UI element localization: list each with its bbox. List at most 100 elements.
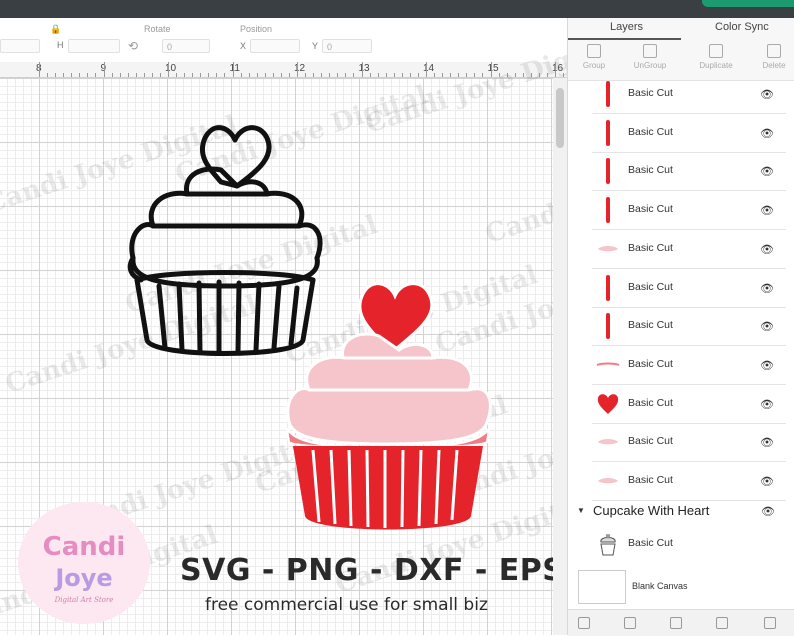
eye-icon[interactable]: 👁 [760, 475, 774, 488]
ruler-tick [458, 73, 459, 77]
group-child-layer[interactable]: Basic Cut [592, 525, 786, 563]
layer-label: Basic Cut [628, 537, 673, 549]
eye-icon[interactable]: 👁 [760, 359, 774, 372]
attach-icon[interactable] [670, 617, 682, 629]
layer-row[interactable]: Basic Cut 👁 [592, 462, 786, 501]
ruler-tick [506, 73, 508, 77]
slice-icon[interactable] [578, 617, 590, 629]
duplicate-label: Duplicate [699, 61, 733, 70]
make-it-button[interactable] [702, 0, 794, 7]
panel-footer [568, 609, 794, 636]
delete-button[interactable]: Delete [748, 44, 794, 70]
delete-label: Delete [762, 61, 786, 70]
ruler-tick [369, 73, 371, 77]
layer-label: Basic Cut [628, 87, 673, 99]
ruler-tick [192, 73, 193, 77]
trash-icon [767, 44, 781, 58]
rotate-field[interactable]: 0 [162, 39, 210, 53]
eye-icon[interactable]: 👁 [760, 127, 774, 140]
panel-tabs: Layers Color Sync [568, 18, 794, 41]
layer-row[interactable]: Basic Cut 👁 [592, 75, 786, 114]
rotate-label: Rotate [144, 24, 171, 34]
eye-icon[interactable]: 👁 [760, 165, 774, 178]
ruler-tick [232, 62, 234, 77]
layer-thumbnail-icon [606, 81, 610, 107]
layer-label: Basic Cut [628, 319, 673, 332]
position-label: Position [240, 24, 273, 34]
height-label: H [57, 40, 64, 50]
layer-thumbnail-icon [597, 393, 619, 414]
layer-row[interactable]: Basic Cut 👁 [592, 230, 786, 269]
group-icon [587, 44, 601, 58]
ungroup-icon [643, 44, 657, 58]
layer-label: Basic Cut [628, 357, 673, 370]
ruler-tick [498, 73, 500, 77]
layer-row[interactable]: Basic Cut 👁 [592, 423, 786, 463]
collapse-caret-icon[interactable]: ▼ [577, 506, 585, 515]
layer-row[interactable]: Basic Cut 👁 [592, 385, 786, 424]
eye-icon[interactable]: 👁 [761, 505, 775, 518]
ruler-tick [280, 73, 282, 77]
ruler-tick [184, 73, 185, 77]
canvas-scrollbar[interactable] [553, 78, 567, 635]
layer-label: Basic Cut [628, 435, 673, 448]
ruler-number: 15 [487, 63, 499, 74]
combine-icon[interactable] [624, 617, 636, 629]
contour-icon[interactable] [764, 617, 776, 629]
ruler-tick [39, 62, 40, 77]
layer-row[interactable]: Basic Cut 👁 [592, 114, 786, 153]
ruler-number: 16 [552, 63, 564, 74]
ruler-tick [240, 73, 242, 77]
layer-thumbnail-icon [606, 274, 610, 301]
ruler-tick [79, 73, 80, 77]
eye-icon[interactable]: 👁 [760, 243, 774, 256]
eye-icon[interactable]: 👁 [760, 436, 774, 449]
ungroup-button[interactable]: UnGroup [624, 44, 676, 70]
tab-color-sync[interactable]: Color Sync [715, 21, 769, 33]
lock-icon[interactable]: 🔒 [50, 24, 61, 35]
logo-line3: Digital Art Store [54, 596, 114, 604]
ruler-tick [361, 62, 363, 77]
ruler-tick [409, 73, 411, 77]
group-button[interactable]: Group [568, 44, 620, 70]
scrollbar-thumb[interactable] [556, 88, 564, 148]
eye-icon[interactable]: 👁 [760, 88, 774, 101]
layer-thumbnail-icon [596, 362, 620, 366]
rotate-icon: ⟲ [128, 39, 139, 53]
eye-icon[interactable]: 👁 [760, 320, 774, 333]
x-position-field[interactable] [250, 39, 300, 53]
ruler-tick [353, 73, 354, 77]
height-field[interactable] [68, 39, 120, 53]
layer-row[interactable]: Basic Cut 👁 [592, 346, 786, 385]
ruler-tick [55, 73, 56, 77]
flatten-icon[interactable] [716, 617, 728, 629]
ruler-tick [248, 73, 250, 77]
ruler-tick [159, 73, 161, 77]
eye-icon[interactable]: 👁 [760, 282, 774, 295]
eye-icon[interactable]: 👁 [760, 398, 774, 411]
layer-thumbnail-icon [606, 313, 610, 340]
license-tagline: free commercial use for small biz [205, 595, 488, 615]
ruler-tick [466, 73, 467, 77]
y-position-field[interactable]: 0 [322, 39, 372, 53]
width-field[interactable] [0, 39, 40, 53]
ruler-number: 14 [423, 63, 435, 74]
ruler-tick [490, 62, 492, 77]
ruler-tick [417, 73, 419, 77]
layer-row[interactable]: Basic Cut 👁 [592, 269, 786, 308]
ruler-tick [393, 73, 395, 77]
ruler-tick [482, 73, 483, 77]
layer-row[interactable]: Basic Cut 👁 [592, 307, 786, 347]
layer-row[interactable]: Basic Cut 👁 [592, 152, 786, 192]
blank-canvas-swatch[interactable] [578, 570, 626, 604]
duplicate-button[interactable]: Duplicate [690, 44, 742, 70]
ruler-tick [345, 73, 346, 77]
ungroup-label: UnGroup [633, 61, 667, 70]
eye-icon[interactable]: 👁 [760, 204, 774, 217]
layer-label: Basic Cut [628, 241, 673, 254]
layer-group-row[interactable]: ▼ Cupcake With Heart 👁 [568, 500, 794, 522]
colored-cupcake[interactable] [283, 266, 493, 542]
tab-layers[interactable]: Layers [610, 21, 643, 33]
layer-row[interactable]: Basic Cut 👁 [592, 191, 786, 231]
ruler-tick [63, 73, 64, 77]
